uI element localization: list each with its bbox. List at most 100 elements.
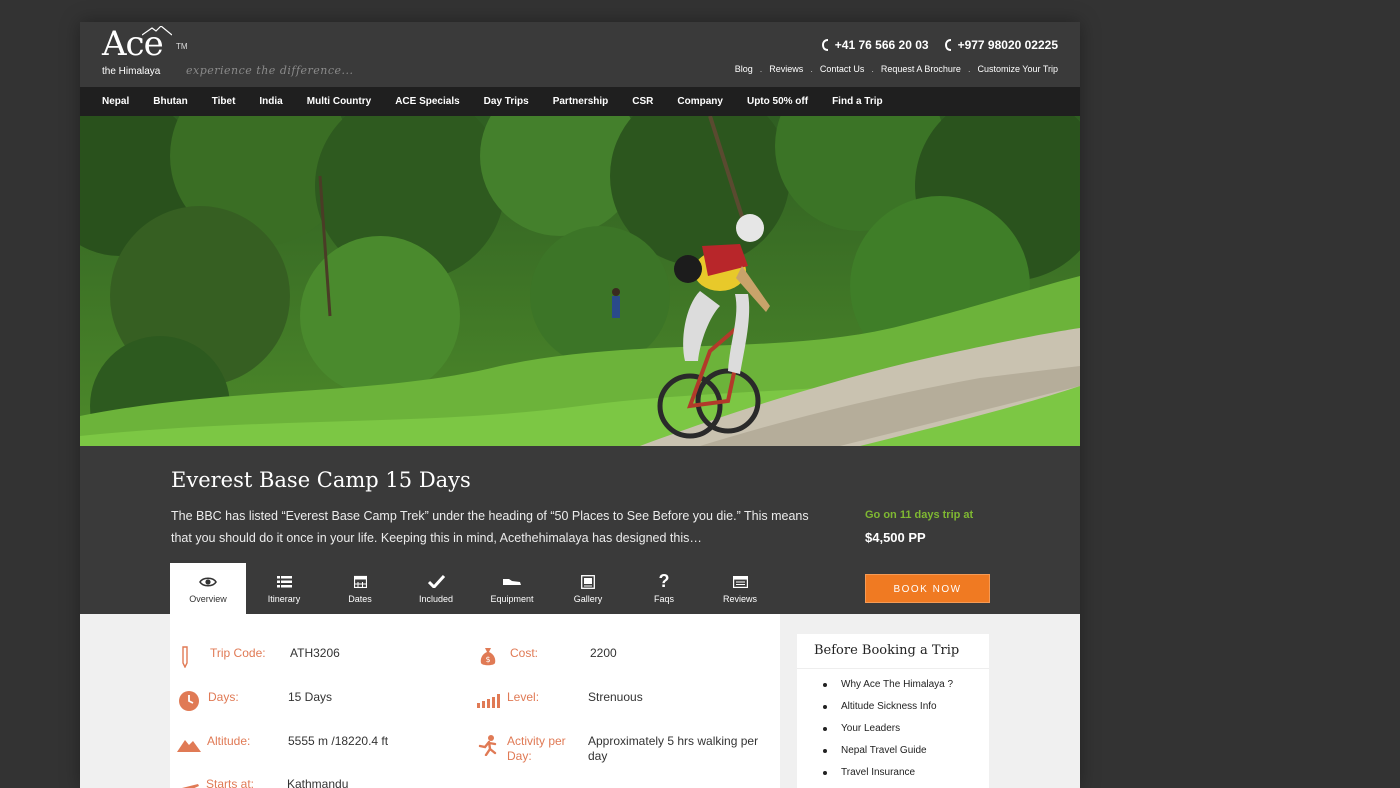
nav-item-find-a-trip[interactable]: Find a Trip — [832, 96, 883, 107]
hero-image — [80, 116, 1080, 446]
svg-text:$: $ — [485, 655, 490, 664]
phone-np[interactable]: +977 98020 02225 — [944, 38, 1058, 52]
tab-label: Faqs — [653, 593, 674, 604]
logo-trademark: TM — [176, 42, 188, 51]
clock-icon — [178, 690, 208, 712]
phone-ch[interactable]: +41 76 566 20 03 — [821, 38, 929, 52]
tab-reviews[interactable]: Reviews — [702, 563, 778, 614]
link-customize-trip[interactable]: Customize Your Trip — [977, 64, 1058, 74]
fact-label: Altitude: — [207, 734, 251, 748]
separator: . — [810, 64, 813, 74]
trip-offer-label[interactable]: Go on 11 days trip at — [865, 509, 973, 521]
phone-icon — [944, 39, 951, 51]
nav-item-partnership[interactable]: Partnership — [553, 96, 609, 107]
nav-item-ace-specials[interactable]: ACE Specials — [395, 96, 459, 107]
fact-value: Approximately 5 hrs walking per day — [588, 734, 759, 763]
trip-price: $4,500 PP — [865, 530, 926, 545]
image-icon — [581, 574, 595, 590]
nav-item-csr[interactable]: CSR — [632, 96, 653, 107]
top-links: Blog. Reviews. Contact Us. Request A Bro… — [735, 64, 1058, 74]
trip-description: The BBC has listed “Everest Base Camp Tr… — [171, 509, 809, 545]
fact-label: Level: — [507, 690, 540, 704]
link-reviews[interactable]: Reviews — [769, 64, 803, 74]
link-request-brochure[interactable]: Request A Brochure — [881, 64, 961, 74]
link-blog[interactable]: Blog — [735, 64, 753, 74]
tab-dates[interactable]: Dates — [322, 563, 398, 614]
tab-label: Equipment — [490, 593, 534, 604]
tab-itinerary[interactable]: Itinerary — [246, 563, 322, 614]
tab-faqs[interactable]: ? Faqs — [626, 563, 702, 614]
shoe-icon — [502, 574, 522, 590]
fact-label: Activity per Day: — [507, 734, 566, 763]
trip-facts-panel: Trip Code: ATH3206 $ Cost: 2200 Days: 15… — [170, 614, 780, 788]
fact-days: Days: 15 Days — [178, 690, 332, 712]
sidebar-item-why-ace[interactable]: Why Ace The Himalaya ? — [823, 677, 989, 699]
nav-item-tibet[interactable]: Tibet — [212, 96, 236, 107]
link-contact-us[interactable]: Contact Us — [820, 64, 865, 74]
tab-label: Included — [418, 593, 454, 604]
sidebar-title: Before Booking a Trip — [797, 634, 989, 669]
nav-item-company[interactable]: Company — [677, 96, 723, 107]
tab-overview[interactable]: Overview — [170, 563, 246, 614]
mountain-peak-icon — [142, 26, 172, 36]
phone-number: +977 98020 02225 — [957, 38, 1058, 52]
fact-label: Trip Code: — [210, 646, 266, 660]
fact-label: Cost: — [510, 646, 539, 660]
hiker-icon — [477, 734, 507, 756]
site-header: Ace TM the Himalaya experience the diffe… — [80, 22, 1080, 87]
tab-label: Itinerary — [267, 593, 301, 604]
phone-numbers: +41 76 566 20 03 +977 98020 02225 — [821, 38, 1058, 52]
tab-label: Dates — [348, 593, 372, 604]
fact-starts-at: Starts at: Kathmandu — [176, 777, 348, 788]
fact-activity: Activity per Day: Approximately 5 hrs wa… — [477, 734, 768, 764]
fact-value: ATH3206 — [290, 646, 340, 660]
fact-level: Level: Strenuous — [477, 690, 643, 712]
sidebar-item-nepal-guide[interactable]: Nepal Travel Guide — [823, 743, 989, 765]
nav-item-india[interactable]: India — [259, 96, 282, 107]
list-icon — [276, 574, 292, 590]
hero-photo-cyclist-forest — [80, 116, 1080, 446]
sidebar-item-altitude-sickness[interactable]: Altitude Sickness Info — [823, 699, 989, 721]
sidebar-item-your-leaders[interactable]: Your Leaders — [823, 721, 989, 743]
separator: . — [759, 64, 763, 74]
tab-gallery[interactable]: Gallery — [550, 563, 626, 614]
review-icon — [732, 574, 748, 590]
fact-value: Kathmandu — [287, 777, 349, 788]
nav-item-upto-50-off[interactable]: Upto 50% off — [747, 96, 808, 107]
nav-item-nepal[interactable]: Nepal — [102, 96, 129, 107]
sidebar-item-travel-insurance[interactable]: Travel Insurance — [823, 765, 989, 787]
fact-value: 2200 — [590, 646, 617, 660]
calendar-icon — [353, 574, 367, 590]
fact-cost: $ Cost: 2200 — [480, 646, 617, 668]
trip-tabs: Overview Itinerary Dates Included Equipm… — [170, 563, 778, 614]
fact-value: 5555 m /18220.4 ft — [288, 734, 389, 748]
trip-title: Everest Base Camp 15 Days — [171, 468, 471, 492]
tab-included[interactable]: Included — [398, 563, 474, 614]
tab-label: Overview — [189, 593, 227, 604]
sidebar-list: Why Ace The Himalaya ? Altitude Sickness… — [797, 669, 989, 787]
mountain-icon — [177, 734, 207, 756]
money-bag-icon: $ — [480, 646, 510, 668]
logo[interactable]: Ace TM the Himalaya — [102, 26, 188, 77]
nav-item-bhutan[interactable]: Bhutan — [153, 96, 187, 107]
tab-label: Reviews — [722, 593, 757, 604]
question-icon: ? — [658, 571, 670, 591]
plane-icon — [176, 777, 206, 788]
phone-icon — [821, 39, 828, 51]
separator: . — [871, 64, 874, 74]
fact-trip-code: Trip Code: ATH3206 — [180, 646, 340, 668]
signal-bars-icon — [477, 690, 507, 712]
phone-number: +41 76 566 20 03 — [834, 38, 929, 52]
nav-item-day-trips[interactable]: Day Trips — [484, 96, 529, 107]
tab-equipment[interactable]: Equipment — [474, 563, 550, 614]
fact-label: Starts at: — [206, 777, 255, 788]
nav-item-multi-country[interactable]: Multi Country — [307, 96, 371, 107]
main-nav: Nepal Bhutan Tibet India Multi Country A… — [80, 87, 1080, 116]
fact-label: Days: — [208, 690, 239, 704]
before-booking-sidebar: Before Booking a Trip Why Ace The Himala… — [797, 634, 989, 788]
check-icon — [427, 574, 445, 590]
fact-altitude: Altitude: 5555 m /18220.4 ft — [177, 734, 388, 756]
tagline: experience the difference... — [186, 64, 354, 77]
fact-value: Strenuous — [588, 690, 643, 704]
book-now-button[interactable]: BOOK NOW — [865, 574, 990, 603]
